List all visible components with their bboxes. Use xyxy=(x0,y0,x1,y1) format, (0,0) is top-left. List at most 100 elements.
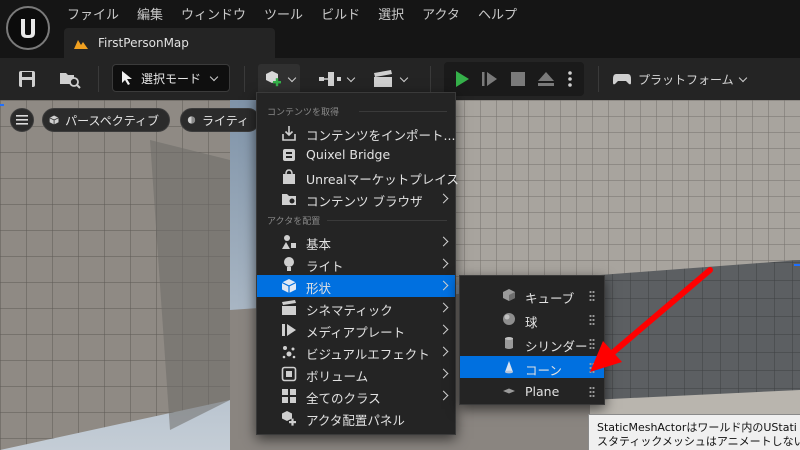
skip-frame-icon xyxy=(482,72,497,86)
menu-select[interactable]: 選択 xyxy=(369,0,413,24)
import-icon xyxy=(282,126,296,141)
menu-item-import-content[interactable]: コンテンツをインポート... xyxy=(257,122,455,144)
stop-icon xyxy=(511,72,525,86)
more-options-icon xyxy=(568,71,572,87)
cursor-icon xyxy=(122,71,132,85)
title-bar: ファイル 編集 ウィンドウ ツール ビルド 選択 アクタ ヘルプ FirstPe… xyxy=(0,0,800,58)
chevron-right-icon xyxy=(438,236,449,247)
menu-file[interactable]: ファイル xyxy=(58,0,128,24)
submenu-item-label: シリンダー xyxy=(525,339,588,354)
hamburger-icon xyxy=(16,115,28,125)
submenu-item-cylinder[interactable]: シリンダー xyxy=(460,332,604,354)
submenu-item-cube[interactable]: キューブ xyxy=(460,284,604,306)
menu-item-all-classes[interactable]: 全てのクラス xyxy=(257,385,455,407)
advance-frame-button[interactable] xyxy=(478,64,502,94)
toolbar-separator xyxy=(598,66,599,92)
menu-item-label: コンテンツをインポート... xyxy=(306,128,456,143)
chevron-right-icon xyxy=(438,346,449,357)
actor-tooltip: StaticMeshActorはワールド内のUStati スタティックメッシュは… xyxy=(588,414,800,450)
toolbar-separator xyxy=(98,66,99,92)
play-options-button[interactable] xyxy=(562,64,578,94)
submenu-item-label: キューブ xyxy=(525,291,575,306)
chevron-right-icon xyxy=(438,280,449,291)
add-actor-icon xyxy=(266,71,281,87)
menu-item-visual-effects[interactable]: ビジュアルエフェクト xyxy=(257,341,455,363)
platforms-button[interactable]: プラットフォーム xyxy=(612,64,747,94)
menu-item-content-browser[interactable]: コンテンツ ブラウザ xyxy=(257,188,455,210)
submenu-item-cone[interactable]: コーン xyxy=(460,356,604,378)
play-icon xyxy=(456,71,469,87)
select-mode-dropdown[interactable]: 選択モード xyxy=(112,64,230,92)
menu-item-label: Quixel Bridge xyxy=(306,147,391,162)
menu-item-label: アクタ配置パネル xyxy=(306,413,405,428)
cone-icon xyxy=(505,361,513,374)
browse-level-button[interactable] xyxy=(56,64,84,94)
submenu-item-plane[interactable]: Plane xyxy=(460,380,604,402)
menu-help[interactable]: ヘルプ xyxy=(469,0,526,24)
marketplace-icon xyxy=(283,169,295,184)
toolbar-separator xyxy=(430,66,431,92)
level-tab[interactable]: FirstPersonMap xyxy=(64,28,275,58)
menu-item-label: シネマティック xyxy=(306,303,393,318)
menu-item-media-plate[interactable]: メディアプレート xyxy=(257,319,455,341)
light-icon xyxy=(284,257,294,271)
menu-item-quixel-bridge[interactable]: Quixel Bridge xyxy=(257,144,455,166)
blueprint-icon xyxy=(319,72,341,86)
menu-build[interactable]: ビルド xyxy=(312,0,369,24)
all-classes-icon xyxy=(282,389,296,403)
drag-handle-icon[interactable] xyxy=(589,338,595,349)
add-actor-button[interactable] xyxy=(258,64,300,94)
stop-button[interactable] xyxy=(506,64,530,94)
viewport-options-button[interactable] xyxy=(10,108,34,132)
level-icon xyxy=(74,40,88,49)
unreal-logo-icon[interactable] xyxy=(6,6,50,50)
bridge-icon xyxy=(283,149,295,161)
menu-item-marketplace[interactable]: Unrealマーケットプレイス xyxy=(257,166,459,188)
chevron-down-icon xyxy=(738,73,747,82)
perspective-button[interactable]: パースペクティブ xyxy=(42,108,170,132)
media-plate-icon xyxy=(282,324,296,336)
menu-actor[interactable]: アクタ xyxy=(413,0,469,24)
lighting-mode-button[interactable]: ライティ xyxy=(180,108,260,132)
add-actor-menu: コンテンツを取得 コンテンツをインポート... Quixel Bridge Un… xyxy=(256,92,459,435)
menu-item-light[interactable]: ライト xyxy=(257,253,455,275)
clapperboard-icon xyxy=(374,70,392,87)
menu-window[interactable]: ウィンドウ xyxy=(172,0,255,24)
cinematics-button[interactable] xyxy=(368,64,412,94)
level-tab-label: FirstPersonMap xyxy=(98,36,189,50)
cinematic-icon xyxy=(282,300,296,315)
chevron-right-icon xyxy=(438,324,449,335)
menu-item-place-actors-panel[interactable]: アクタ配置パネル xyxy=(257,407,455,429)
menu-tools[interactable]: ツール xyxy=(255,0,312,24)
shapes-icon xyxy=(281,279,297,293)
submenu-item-label: 球 xyxy=(525,315,538,330)
menu-item-basic[interactable]: 基本 xyxy=(257,231,455,253)
chevron-down-icon xyxy=(209,72,219,81)
drag-handle-icon[interactable] xyxy=(589,290,595,301)
submenu-item-sphere[interactable]: 球 xyxy=(460,308,604,330)
blueprint-button[interactable] xyxy=(314,64,358,94)
platforms-label: プラットフォーム xyxy=(638,72,734,87)
chevron-right-icon xyxy=(438,302,449,313)
drag-handle-icon[interactable] xyxy=(589,362,595,373)
menu-item-volume[interactable]: ボリューム xyxy=(257,363,455,385)
play-button[interactable] xyxy=(450,64,474,94)
save-button[interactable] xyxy=(14,64,40,94)
menu-item-cinematic[interactable]: シネマティック xyxy=(257,297,455,319)
drag-handle-icon[interactable] xyxy=(589,314,595,325)
gamepad-icon xyxy=(613,74,631,85)
chevron-right-icon xyxy=(438,258,449,269)
menu-item-shapes[interactable]: 形状 xyxy=(257,275,455,297)
menu-item-label: ライト xyxy=(306,259,344,274)
cylinder-icon xyxy=(505,337,513,349)
drag-handle-icon[interactable] xyxy=(589,386,595,397)
content-browser-icon xyxy=(282,194,296,205)
play-controls xyxy=(444,62,584,96)
lighting-label: ライティ xyxy=(201,113,249,128)
folder-search-icon xyxy=(60,73,81,89)
eject-button[interactable] xyxy=(534,64,558,94)
eject-icon xyxy=(538,72,554,86)
chevron-down-icon xyxy=(346,73,356,82)
tooltip-line: スタティックメッシュはアニメートしない xyxy=(597,435,800,448)
menu-edit[interactable]: 編集 xyxy=(128,0,172,24)
